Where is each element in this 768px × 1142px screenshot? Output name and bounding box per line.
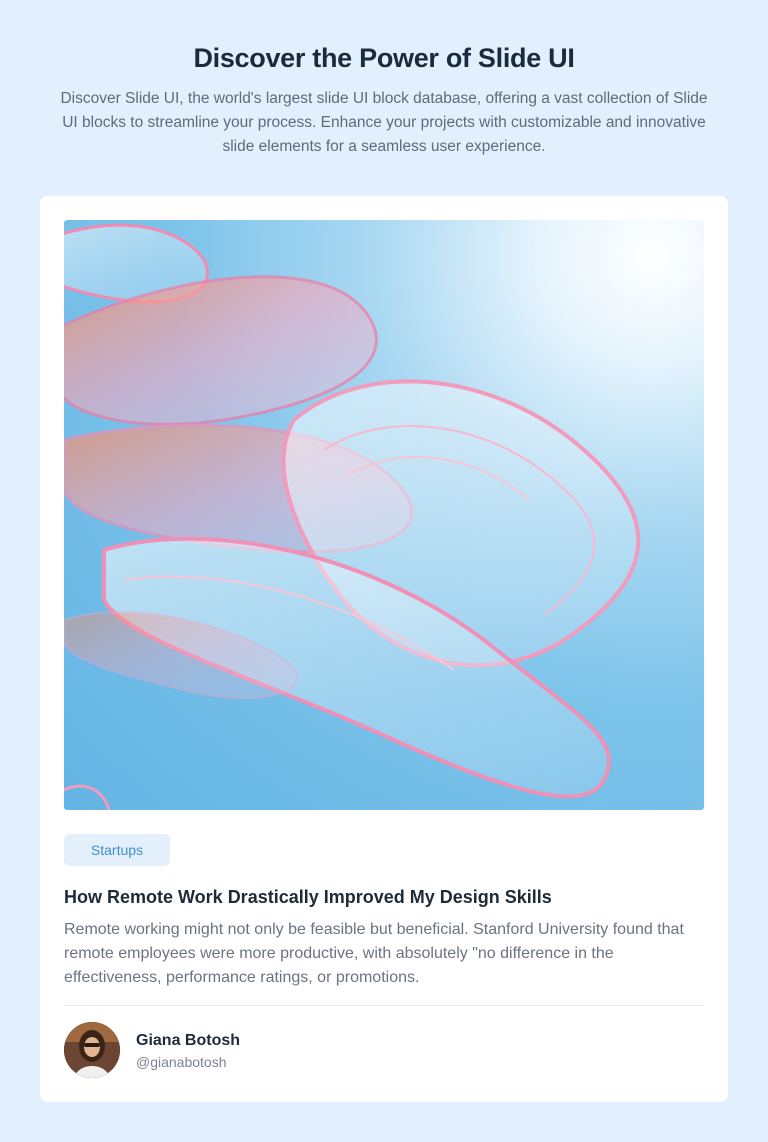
author-avatar[interactable] bbox=[64, 1022, 120, 1078]
author-handle: @gianabotosh bbox=[136, 1054, 227, 1070]
post-excerpt: Remote working might not only be feasibl… bbox=[64, 921, 684, 986]
page-subtitle: Discover Slide UI, the world's largest s… bbox=[60, 90, 708, 155]
page-header: Discover the Power of Slide UI Discover … bbox=[0, 0, 768, 159]
page-title: Discover the Power of Slide UI bbox=[193, 43, 575, 73]
author-name[interactable]: Giana Botosh bbox=[136, 1031, 240, 1051]
divider bbox=[64, 1005, 704, 1006]
blog-post-card[interactable]: Startups How Remote Work Drastically Imp… bbox=[40, 196, 728, 1102]
post-title[interactable]: How Remote Work Drastically Improved My … bbox=[64, 885, 704, 909]
category-tag[interactable]: Startups bbox=[64, 834, 170, 866]
post-cover-image[interactable] bbox=[64, 220, 704, 810]
